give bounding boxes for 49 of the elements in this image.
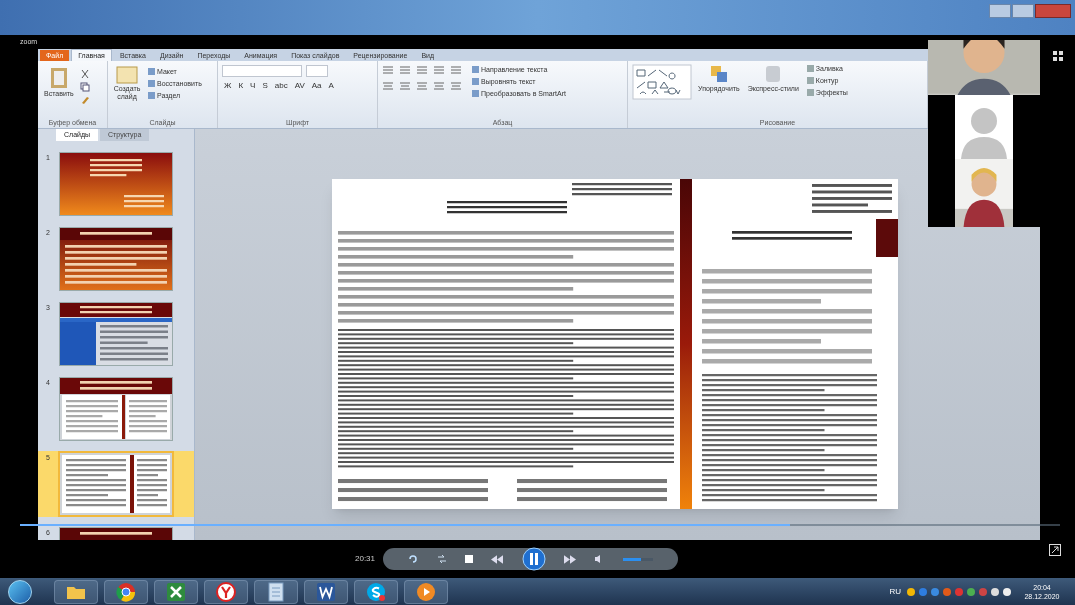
playback-time: 20:31 xyxy=(355,553,376,565)
shapes-gallery-icon[interactable] xyxy=(632,64,692,100)
notepad-icon xyxy=(268,581,284,602)
fast-forward-icon[interactable] xyxy=(564,554,577,564)
taskbar-app-button[interactable] xyxy=(254,579,298,604)
format-brush-icon[interactable] xyxy=(79,95,90,105)
format-button[interactable]: A xyxy=(326,81,336,91)
cut-icon[interactable] xyxy=(79,69,90,79)
spreadsheet-icon xyxy=(166,581,186,602)
volume-slider[interactable] xyxy=(622,557,653,561)
taskbar-app-button[interactable] xyxy=(354,579,398,604)
clipboard-icon xyxy=(48,65,69,89)
taskbar-app-button[interactable] xyxy=(104,579,148,604)
language-indicator[interactable]: RU xyxy=(889,585,901,598)
arrange-icon xyxy=(708,64,729,84)
start-button[interactable] xyxy=(8,579,32,604)
shuffle-icon[interactable] xyxy=(436,554,447,564)
taskbar-app-button[interactable] xyxy=(304,579,348,604)
format-button[interactable]: Ч xyxy=(248,81,258,91)
copy-icon[interactable] xyxy=(79,82,90,92)
repeat-icon[interactable] xyxy=(408,554,419,564)
slide-thumbnail[interactable] xyxy=(60,303,172,365)
yandex-browser-icon xyxy=(216,581,236,602)
stop-icon[interactable] xyxy=(464,555,473,563)
rewind-icon[interactable] xyxy=(491,554,504,564)
slide-thumbnail[interactable] xyxy=(60,228,172,290)
grid-view-icon[interactable] xyxy=(1052,51,1063,61)
font-name-field[interactable] xyxy=(222,65,302,77)
document-editor-icon xyxy=(316,581,336,602)
format-button[interactable]: AV xyxy=(292,81,307,91)
taskbar-app-button[interactable] xyxy=(404,579,448,604)
play-icon xyxy=(416,581,436,602)
font-size-field[interactable] xyxy=(306,65,328,77)
format-button[interactable]: Aa xyxy=(309,81,324,91)
format-button[interactable]: Ж xyxy=(222,81,234,91)
browser-icon xyxy=(116,581,136,602)
pause-button-icon[interactable] xyxy=(521,547,546,571)
slide-icon xyxy=(116,65,138,85)
slide-thumbnail[interactable] xyxy=(60,453,172,515)
taskbar-app-button[interactable] xyxy=(204,579,248,604)
format-button[interactable]: К xyxy=(236,81,246,91)
taskbar-app-button[interactable] xyxy=(154,579,198,604)
format-button[interactable]: abc xyxy=(272,81,290,91)
slide-thumbnail[interactable] xyxy=(60,378,172,440)
fullscreen-icon[interactable] xyxy=(1049,544,1061,556)
format-button[interactable]: S xyxy=(260,81,270,91)
taskbar-app-button[interactable] xyxy=(54,579,98,604)
chat-app-icon xyxy=(366,581,386,602)
slide-thumbnail[interactable] xyxy=(60,153,172,215)
